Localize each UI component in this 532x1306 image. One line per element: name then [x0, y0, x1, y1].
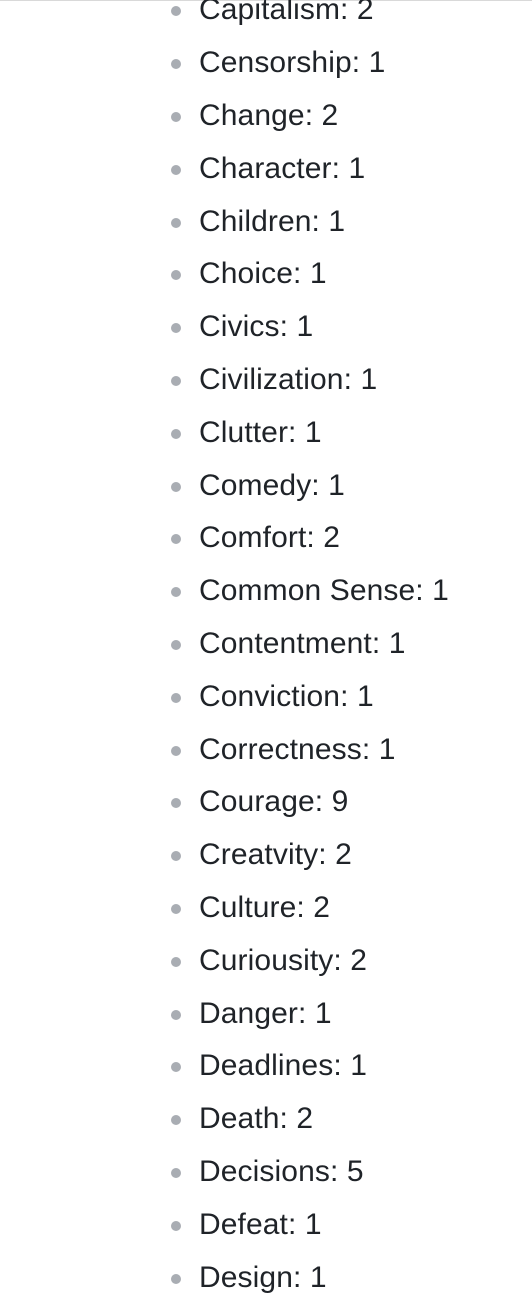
list-item: Civilization: 1 [0, 354, 532, 407]
list-item: Danger: 1 [0, 987, 532, 1040]
list-item-label: Creatvity: 2 [199, 838, 352, 872]
bullet-icon [171, 534, 181, 545]
list-item-label: Correctness: 1 [199, 732, 396, 766]
list-item: Civics: 1 [0, 301, 532, 354]
bullet-icon [171, 1009, 181, 1020]
list-item-label: Civilization: 1 [199, 362, 378, 396]
list-item: Character: 1 [0, 142, 532, 195]
list-item: Censorship: 1 [0, 37, 532, 90]
list-item-label: Censorship: 1 [199, 46, 386, 80]
list-item-label: Design: 1 [199, 1260, 327, 1294]
list-item: Curiousity: 2 [0, 934, 532, 987]
bullet-icon [171, 903, 181, 914]
list-item: Creatvity: 2 [0, 829, 532, 882]
list-item: Clutter: 1 [0, 406, 532, 459]
bullet-icon [171, 323, 181, 334]
bullet-icon [171, 164, 181, 175]
bullet-icon [171, 111, 181, 122]
bullet-icon [171, 1273, 181, 1284]
list-item: Comedy: 1 [0, 459, 532, 512]
list-item: Design: 1 [0, 1251, 532, 1304]
list-item-label: Choice: 1 [199, 257, 327, 291]
list-item: Children: 1 [0, 195, 532, 248]
bullet-icon [171, 375, 181, 386]
list-item: Correctness: 1 [0, 723, 532, 776]
list-item: Culture: 2 [0, 882, 532, 935]
list-item: Contentment: 1 [0, 618, 532, 671]
list-item-label: Deadlines: 1 [199, 1049, 367, 1083]
bullet-icon [171, 481, 181, 492]
list-item-label: Change: 2 [199, 98, 339, 132]
list-item-label: Culture: 2 [199, 890, 331, 924]
list-item-label: Defeat: 1 [199, 1207, 322, 1241]
list-item-label: Comedy: 1 [199, 468, 345, 502]
list-item-label: Civics: 1 [199, 310, 314, 344]
list-item-label: Death: 2 [199, 1102, 314, 1136]
bullet-icon [171, 587, 181, 598]
list-item: Common Sense: 1 [0, 565, 532, 618]
bullet-icon [171, 428, 181, 439]
bullet-icon [171, 692, 181, 703]
bullet-icon [171, 59, 181, 70]
list-item-label: Decisions: 5 [199, 1154, 364, 1188]
tag-count-list: Capitalism: 2 Censorship: 1 Change: 2 Ch… [0, 0, 532, 1304]
bullet-icon [171, 1220, 181, 1231]
list-item: Change: 2 [0, 90, 532, 143]
list-item-label: Capitalism: 2 [199, 0, 374, 27]
bullet-icon [171, 270, 181, 281]
list-item: Conviction: 1 [0, 670, 532, 723]
bullet-icon [171, 639, 181, 650]
bullet-icon [171, 1062, 181, 1073]
list-item-label: Courage: 9 [199, 785, 349, 819]
list-item: Capitalism: 2 [0, 0, 532, 37]
list-item: Courage: 9 [0, 776, 532, 829]
bullet-icon [171, 1115, 181, 1126]
bullet-icon [171, 798, 181, 809]
list-item-label: Clutter: 1 [199, 415, 322, 449]
bullet-icon [171, 956, 181, 967]
list-item-label: Conviction: 1 [199, 679, 374, 713]
list-item: Deadlines: 1 [0, 1040, 532, 1093]
list-item-label: Character: 1 [199, 151, 366, 185]
bullet-icon [171, 851, 181, 862]
list-item: Death: 2 [0, 1093, 532, 1146]
list-item: Choice: 1 [0, 248, 532, 301]
bullet-icon [171, 6, 181, 17]
list-item-label: Comfort: 2 [199, 521, 341, 555]
bullet-icon [171, 745, 181, 756]
bullet-icon [171, 217, 181, 228]
list-item: Defeat: 1 [0, 1198, 532, 1251]
list-item-label: Common Sense: 1 [199, 574, 449, 608]
bullet-icon [171, 1167, 181, 1178]
list-item-label: Danger: 1 [199, 996, 332, 1030]
list-item-label: Contentment: 1 [199, 626, 406, 660]
list-item: Decisions: 5 [0, 1146, 532, 1199]
list-item-label: Curiousity: 2 [199, 943, 368, 977]
list-item: Comfort: 2 [0, 512, 532, 565]
list-item-label: Children: 1 [199, 204, 346, 238]
